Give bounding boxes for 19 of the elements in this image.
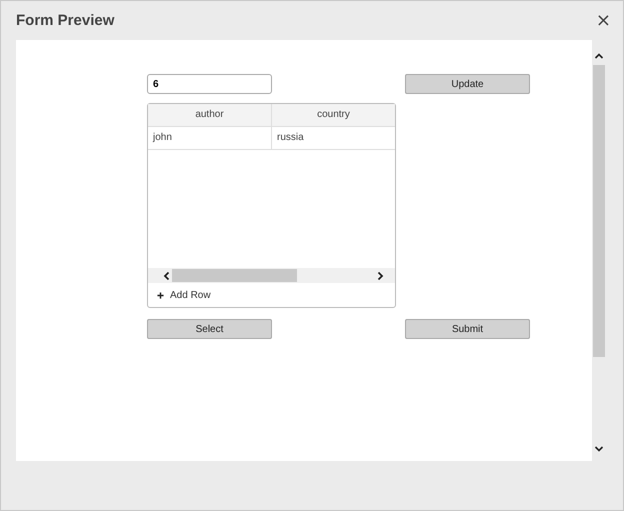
scroll-right-icon[interactable]	[375, 270, 385, 280]
scroll-down-icon[interactable]	[594, 445, 604, 453]
table-cell-text: russia	[276, 131, 305, 145]
table-cell: john	[148, 127, 272, 149]
scroll-left-icon[interactable]	[162, 270, 172, 280]
window-title: Form Preview	[16, 12, 114, 29]
plus-icon	[157, 292, 164, 298]
column-header[interactable]: author	[148, 104, 272, 126]
close-button[interactable]: ×	[596, 12, 611, 30]
submit-button[interactable]: Submit	[405, 319, 530, 339]
input-field[interactable]: 6	[147, 74, 272, 94]
scrollbar-thumb[interactable]	[172, 269, 297, 282]
scrollbar-thumb[interactable]	[592, 65, 604, 357]
add-row-button[interactable]: Add Row	[148, 283, 395, 307]
scroll-up-icon[interactable]	[594, 52, 604, 60]
select-button[interactable]: Select	[147, 319, 272, 339]
update-button[interactable]: Update	[405, 74, 530, 94]
column-header[interactable]: country	[272, 104, 395, 126]
horizontal-scrollbar[interactable]	[148, 268, 395, 283]
